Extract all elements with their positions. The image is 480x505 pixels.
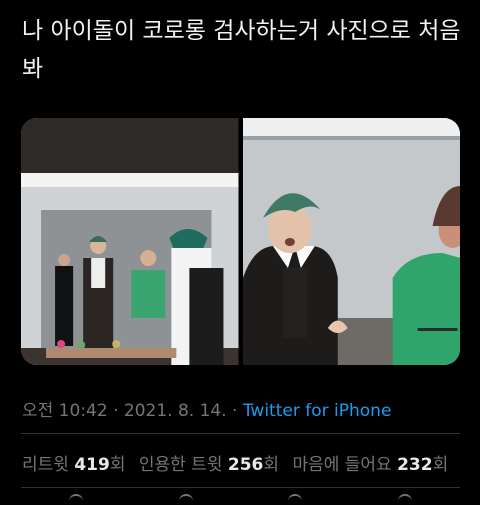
tweet-source-link[interactable]: Twitter for iPhone xyxy=(243,401,392,421)
retweets-count: 419 xyxy=(74,455,110,475)
retweets-unit: 회 xyxy=(109,455,126,475)
retweets-label: 리트윗 xyxy=(22,455,69,475)
reply-icon[interactable] xyxy=(68,494,83,505)
tweet-photo-2[interactable] xyxy=(242,118,460,365)
quotes-label: 인용한 트윗 xyxy=(138,455,223,475)
likes-stat[interactable]: 마음에 들어요 232회 xyxy=(292,455,448,475)
tweet-time[interactable]: 오전 10:42 xyxy=(22,401,108,421)
divider xyxy=(21,487,460,488)
like-icon[interactable] xyxy=(288,494,303,505)
share-icon[interactable] xyxy=(398,494,413,505)
tweet-photo-1[interactable] xyxy=(21,118,239,365)
meta-separator: · xyxy=(226,401,243,421)
likes-label: 마음에 들어요 xyxy=(292,455,392,475)
likes-count: 232 xyxy=(397,455,433,475)
tweet-date[interactable]: 2021. 8. 14. xyxy=(124,401,227,421)
tweet-metadata: 오전 10:42 · 2021. 8. 14. · Twitter for iP… xyxy=(22,396,391,421)
likes-unit: 회 xyxy=(432,455,449,475)
photo-2-illustration xyxy=(242,118,460,365)
quotes-unit: 회 xyxy=(263,455,280,475)
quotes-count: 256 xyxy=(227,455,264,475)
tweet-text: 나 아이돌이 코로롱 검사하는거 사진으로 처음 봐 xyxy=(22,18,461,82)
tweet-media-grid xyxy=(21,118,460,365)
retweets-stat[interactable]: 리트윗 419회 xyxy=(22,455,125,475)
meta-separator: · xyxy=(107,401,124,421)
retweet-icon[interactable] xyxy=(178,494,193,505)
tweet-stats: 리트윗 419회 인용한 트윗 256회 마음에 들어요 232회 xyxy=(22,450,456,475)
quotes-stat[interactable]: 인용한 트윗 256회 xyxy=(139,455,279,475)
tweet-actions xyxy=(21,494,460,503)
divider xyxy=(21,433,460,434)
photo-1-illustration xyxy=(21,118,239,365)
